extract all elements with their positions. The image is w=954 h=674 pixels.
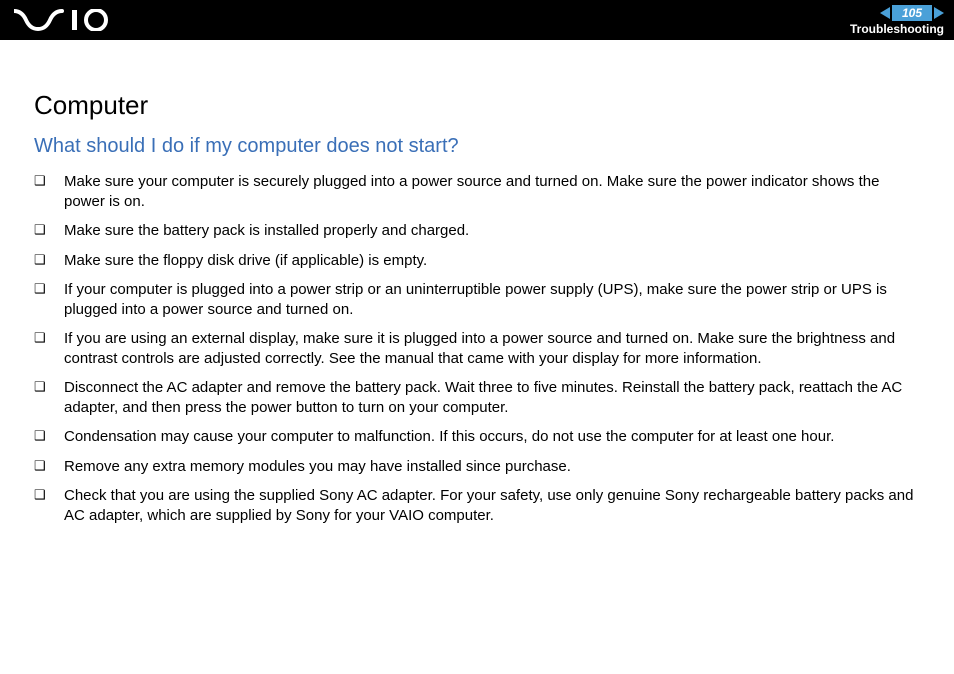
list-item-text: Make sure the battery pack is installed … <box>64 222 469 239</box>
tips-list: ❑ Make sure your computer is securely plu… <box>34 172 920 525</box>
list-item: ❑ If you are using an external display, m… <box>34 329 920 368</box>
bullet-icon: ❑ <box>34 281 46 298</box>
header-right: 105 Troubleshooting <box>850 5 944 36</box>
prev-page-arrow-icon[interactable] <box>880 7 890 19</box>
page-title: Computer <box>34 90 920 121</box>
list-item-text: Make sure the floppy disk drive (if appl… <box>64 252 427 269</box>
bullet-icon: ❑ <box>34 379 46 396</box>
list-item-text: Condensation may cause your computer to … <box>64 428 834 445</box>
bullet-icon: ❑ <box>34 222 46 239</box>
list-item-text: Make sure your computer is securely plug… <box>64 173 879 210</box>
bullet-icon: ❑ <box>34 428 46 445</box>
next-page-arrow-icon[interactable] <box>934 7 944 19</box>
list-item-text: If your computer is plugged into a power… <box>64 281 887 318</box>
list-item-text: Disconnect the AC adapter and remove the… <box>64 379 902 416</box>
list-item: ❑ Make sure the floppy disk drive (if app… <box>34 251 920 271</box>
list-item: ❑ Make sure your computer is securely plu… <box>34 172 920 211</box>
list-item: ❑ Check that you are using the supplied S… <box>34 486 920 525</box>
list-item: ❑ Make sure the battery pack is installed… <box>34 221 920 241</box>
page-navigation: 105 <box>880 5 944 21</box>
page-content: Computer What should I do if my computer… <box>0 40 954 525</box>
question-heading: What should I do if my computer does not… <box>34 135 920 158</box>
bullet-icon: ❑ <box>34 173 46 190</box>
list-item: ❑ Condensation may cause your computer to… <box>34 427 920 447</box>
list-item: ❑ If your computer is plugged into a powe… <box>34 280 920 319</box>
list-item-text: Check that you are using the supplied So… <box>64 487 913 524</box>
list-item-text: Remove any extra memory modules you may … <box>64 458 571 475</box>
page-number: 105 <box>892 5 932 21</box>
bullet-icon: ❑ <box>34 458 46 475</box>
section-label: Troubleshooting <box>850 22 944 36</box>
bullet-icon: ❑ <box>34 252 46 269</box>
list-item-text: If you are using an external display, ma… <box>64 330 895 367</box>
vaio-logo <box>14 0 114 40</box>
list-item: ❑ Remove any extra memory modules you may… <box>34 457 920 477</box>
header-bar: 105 Troubleshooting <box>0 0 954 40</box>
list-item: ❑ Disconnect the AC adapter and remove th… <box>34 378 920 417</box>
bullet-icon: ❑ <box>34 330 46 347</box>
bullet-icon: ❑ <box>34 487 46 504</box>
